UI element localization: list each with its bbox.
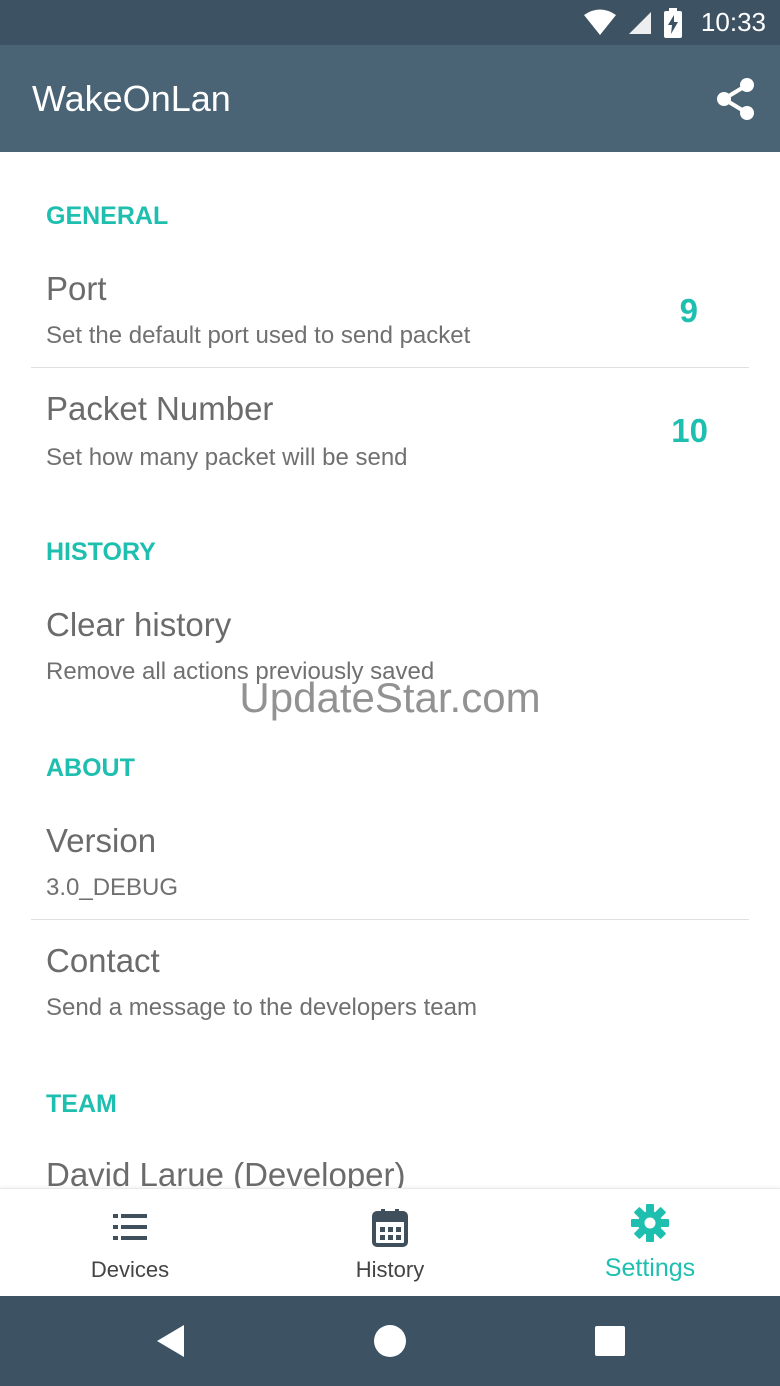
nav-label-history: History: [355, 1257, 425, 1282]
pref-contact-summary: Send a message to the developers team: [46, 994, 477, 1021]
section-header-history: HISTORY: [46, 538, 156, 566]
nav-label-devices: Devices: [90, 1257, 170, 1282]
pref-clear-history-summary: Remove all actions previously saved: [46, 658, 435, 685]
battery-charging-icon: [663, 7, 682, 38]
pref-team-member[interactable]: David Larue (Developer): [0, 1138, 780, 1188]
section-header-general: GENERAL: [46, 202, 169, 230]
section-header-about: ABOUT: [46, 754, 135, 782]
pref-clear-history-title: Clear history: [46, 606, 232, 643]
app-title: WakeOnLan: [32, 78, 231, 119]
status-time: 10:33: [700, 7, 766, 37]
pref-packet-number-summary: Set how many packet will be send: [46, 444, 408, 471]
signal-icon: [628, 11, 651, 34]
section-header-team: TEAM: [46, 1090, 117, 1118]
share-icon[interactable]: [714, 77, 758, 121]
nav-item-history[interactable]: History: [260, 1189, 520, 1297]
pref-port[interactable]: Port Set the default port used to send p…: [0, 250, 780, 366]
nav-item-devices[interactable]: Devices: [0, 1189, 260, 1297]
list-icon: [113, 1214, 147, 1240]
calendar-icon: [372, 1209, 408, 1247]
nav-item-settings[interactable]: Settings: [520, 1189, 780, 1297]
recents-icon[interactable]: [590, 1321, 630, 1361]
wifi-icon: [583, 9, 616, 35]
status-bar: 10:33: [0, 0, 780, 45]
pref-port-summary: Set the default port used to send packet: [46, 322, 471, 349]
app-bar: WakeOnLan: [0, 45, 780, 152]
settings-list[interactable]: GENERAL Port Set the default port used t…: [0, 152, 780, 1188]
home-icon[interactable]: [370, 1321, 410, 1361]
pref-contact-title: Contact: [46, 942, 160, 979]
pref-port-value: 9: [679, 292, 698, 329]
gear-icon: [631, 1204, 669, 1242]
system-navigation-bar: [0, 1296, 780, 1386]
back-icon[interactable]: [150, 1321, 190, 1361]
pref-version-title: Version: [46, 822, 157, 859]
pref-packet-number[interactable]: Packet Number Set how many packet will b…: [0, 368, 780, 488]
bottom-navigation: Devices History Settings: [0, 1188, 780, 1296]
pref-clear-history[interactable]: Clear history Remove all actions previou…: [0, 586, 780, 706]
status-icons: 10:33: [583, 0, 766, 45]
pref-contact[interactable]: Contact Send a message to the developers…: [0, 920, 780, 1040]
nav-label-settings: Settings: [604, 1254, 696, 1282]
pref-packet-number-value: 10: [671, 412, 708, 449]
pref-team-member-title: David Larue (Developer): [46, 1156, 406, 1188]
pref-port-title: Port: [46, 270, 107, 307]
pref-version-summary: 3.0_DEBUG: [46, 874, 179, 901]
pref-packet-number-title: Packet Number: [46, 390, 274, 427]
pref-version[interactable]: Version 3.0_DEBUG: [0, 802, 780, 918]
